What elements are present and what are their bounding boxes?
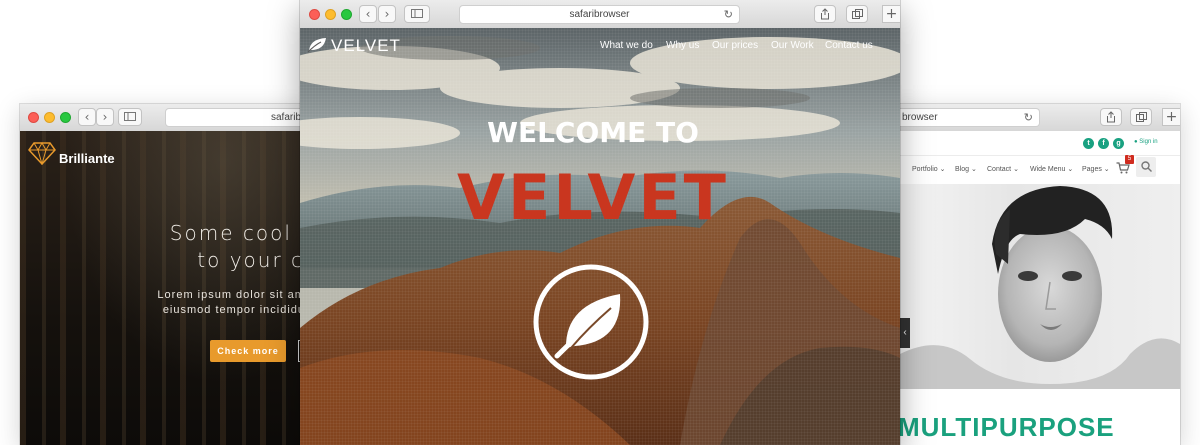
nav-our-work[interactable]: Our Work [771,40,814,51]
nav-our-prices[interactable]: Our prices [712,40,758,51]
menu-item-contact[interactable]: Contact ⌄ [987,165,1019,173]
minimize-dot[interactable] [44,112,55,123]
minimize-dot[interactable] [325,9,336,20]
sidebar-icon [411,9,423,18]
forward-button[interactable]: › [96,108,114,126]
url-text: browser [902,112,938,123]
search-button[interactable] [1136,157,1156,177]
tabs-icon [1135,112,1147,122]
sign-in-label: Sign in [1139,139,1158,145]
tabs-button[interactable] [846,5,868,23]
reload-icon[interactable]: ↻ [1024,109,1033,126]
leaf-circle-icon [533,264,649,380]
center-titlebar: ‹ › safaribrowser ↻ + [300,0,900,29]
nav-what-we-do[interactable]: What we do [600,40,653,51]
cart-count-badge: 5 [1125,155,1134,164]
velvet-brand: VELVET [331,36,401,55]
share-button[interactable] [1100,108,1122,126]
share-button[interactable] [814,5,836,23]
header-divider [900,155,1180,156]
address-bar[interactable]: safaribrowser ↻ [459,5,740,24]
multipurpose-page: t f g ● Sign in Portfolio ⌄ Blog ⌄ Conta… [880,131,1180,445]
hero-portrait-image [900,184,1180,389]
googleplus-icon[interactable]: g [1113,138,1124,149]
search-icon [1140,161,1152,172]
url-text: safaribrowser [569,9,630,20]
welcome-heading: WELCOME TO [487,116,699,149]
new-tab-button[interactable]: + [882,5,900,23]
menu-label: Portfolio [912,166,938,173]
nav-why-us[interactable]: Why us [666,40,699,51]
menu-label: Wide Menu [1030,166,1066,173]
sidebar-toggle-button[interactable] [118,108,142,126]
multipurpose-browser-window: browser ↻ + t f g ● Sign in Portfolio ⌄ … [880,104,1180,445]
sidebar-icon [124,112,136,121]
close-dot[interactable] [309,9,320,20]
menu-item-portfolio[interactable]: Portfolio ⌄ [912,165,946,173]
velvet-page: VELVET What we do Why us Our prices Our … [300,28,900,445]
close-dot[interactable] [28,112,39,123]
menu-item-blog[interactable]: Blog ⌄ [955,165,977,173]
right-titlebar: browser ↻ + [880,104,1180,132]
velvet-browser-window: ‹ › safaribrowser ↻ + VELVET What we do … [300,0,900,445]
sidebar-toggle-button[interactable] [404,5,430,23]
velvet-big-title: VELVET [457,161,729,234]
slider-prev-arrow[interactable]: ‹ [900,318,910,348]
left-titlebar: ‹ › safaribrowser [20,104,310,132]
check-more-button[interactable]: Check more [210,340,286,362]
brilliante-browser-window: ‹ › safaribrowser Brilliante Some cool m… [20,104,310,445]
brand-name: Brilliante [59,151,115,166]
hero-heading-line1: Some cool mar [169,221,310,245]
portrait-photo [900,186,1180,389]
brilliante-page: Brilliante Some cool mar to your cu Lore… [20,131,310,445]
sign-in-link[interactable]: ● Sign in [1134,139,1158,145]
maximize-dot[interactable] [60,112,71,123]
address-bar[interactable]: browser ↻ [880,108,1040,127]
share-icon [1107,111,1115,123]
new-tab-button[interactable]: + [1162,108,1180,126]
leaf-logo-icon [307,38,326,53]
twitter-icon[interactable]: t [1083,138,1094,149]
menu-item-pages[interactable]: Pages ⌄ [1082,165,1110,173]
menu-label: Blog [955,166,970,173]
diamond-logo-icon [28,141,56,165]
menu-label: Pages [1082,166,1102,173]
back-button[interactable]: ‹ [359,5,377,23]
tabs-icon [851,9,863,19]
hero-heading-line2: to your cu [197,248,310,272]
reload-icon[interactable]: ↻ [724,6,733,23]
nav-contact-us[interactable]: Contact us [825,40,873,51]
maximize-dot[interactable] [341,9,352,20]
pattern-overlay [300,28,900,445]
multipurpose-title: MULTIPURPOSE [898,412,1115,442]
menu-label: Contact [987,166,1012,173]
share-icon [821,8,829,20]
address-bar[interactable]: safaribrowser [165,108,310,127]
back-button[interactable]: ‹ [78,108,96,126]
forward-button[interactable]: › [378,5,396,23]
tabs-button[interactable] [1130,108,1152,126]
hero-text-line1: Lorem ipsum dolor sit amet, conse [157,289,310,301]
menu-item-wide-menu[interactable]: Wide Menu ⌄ [1030,165,1073,173]
hero-text-line2: eiusmod tempor incididunt ut lab [162,304,310,316]
facebook-icon[interactable]: f [1098,138,1109,149]
